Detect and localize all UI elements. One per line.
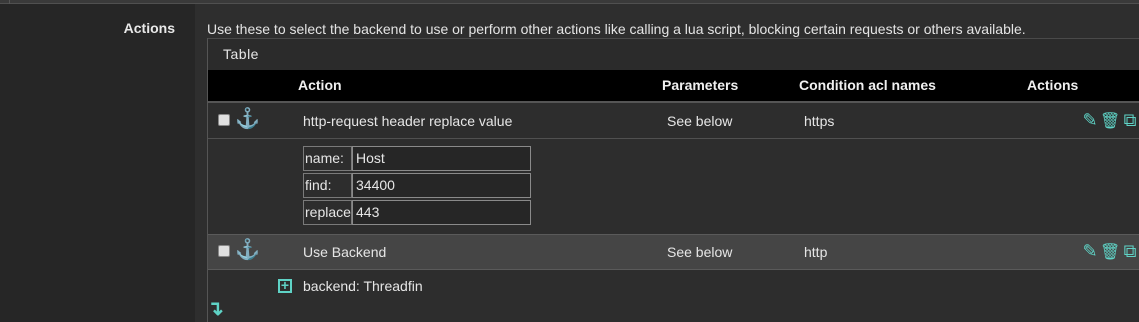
copy-icon[interactable]: ⧉ <box>1120 110 1139 130</box>
column-header-parameters: Parameters <box>662 77 739 93</box>
row-action: Use Backend <box>303 244 387 260</box>
label-column: Actions <box>0 4 195 322</box>
column-header-action: Action <box>298 77 342 93</box>
detail-value: 34400 <box>352 173 531 198</box>
row-condition: https <box>804 113 835 129</box>
row-details: + backend: Threadfin ↴ <box>207 270 1139 322</box>
content-column: Use these to select the backend to use o… <box>195 4 1139 322</box>
anchor-icon[interactable]: ⚓ <box>235 238 260 262</box>
section-label: Actions <box>123 20 175 36</box>
detail-label: name: <box>303 146 352 171</box>
row-select-checkbox[interactable] <box>218 114 230 126</box>
anchor-icon[interactable]: ⚓ <box>235 107 260 131</box>
edit-icon[interactable]: ✎ <box>1080 241 1100 261</box>
table-header: Action Parameters Condition acl names Ac… <box>208 70 1139 103</box>
detail-value: 443 <box>352 200 531 225</box>
delete-icon[interactable]: 🗑 <box>1100 243 1120 263</box>
backend-detail: backend: Threadfin <box>303 278 423 294</box>
detail-label: replace: <box>303 200 355 225</box>
panel-title: Table <box>223 46 259 62</box>
row-select-checkbox[interactable] <box>218 245 230 257</box>
column-header-actions: Actions <box>1027 77 1079 93</box>
copy-icon[interactable]: ⧉ <box>1120 241 1139 261</box>
row-parameters: See below <box>667 244 733 260</box>
table-row[interactable]: ⚓ Use Backend See below http ✎ 🗑 ⧉ <box>208 234 1139 270</box>
panel-heading: Table <box>208 38 1139 71</box>
column-header-condition: Condition acl names <box>799 77 936 93</box>
row-details: name: Host find: 34400 replace: 443 <box>208 139 1139 233</box>
row-action: http-request header replace value <box>303 113 513 129</box>
delete-icon[interactable]: 🗑 <box>1100 112 1120 132</box>
expand-icon[interactable]: + <box>278 278 292 293</box>
edit-icon[interactable]: ✎ <box>1080 110 1100 130</box>
detail-label: find: <box>303 173 352 198</box>
down-arrow-icon[interactable]: ↴ <box>207 299 224 319</box>
row-parameters: See below <box>667 113 733 129</box>
row-action-buttons: ✎ 🗑 ⧉ <box>1080 110 1139 132</box>
section-description: Use these to select the backend to use o… <box>207 21 1026 37</box>
actions-table-panel: Table Action Parameters Condition acl na… <box>207 38 1139 322</box>
row-condition: http <box>804 244 828 260</box>
divider <box>9 0 10 4</box>
row-action-buttons: ✎ 🗑 ⧉ <box>1080 241 1139 263</box>
detail-value: Host <box>352 146 531 171</box>
table-row[interactable]: ⚓ http-request header replace value See … <box>208 104 1139 139</box>
